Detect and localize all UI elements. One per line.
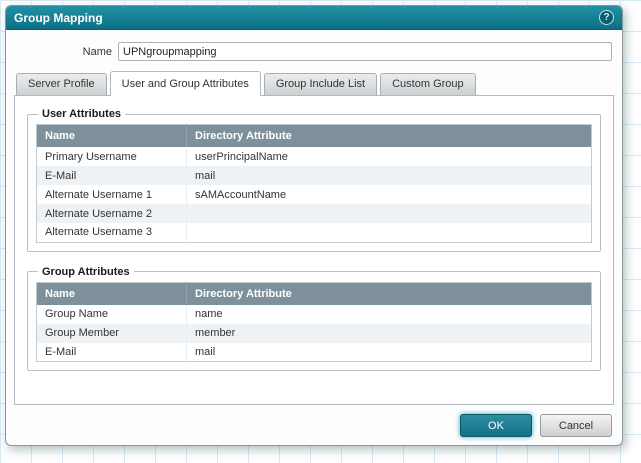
name-input[interactable] (118, 42, 612, 61)
table-row: E-Mail mail (37, 166, 592, 185)
user-attributes-section: User Attributes Name Directory Attribute… (27, 108, 601, 252)
tab-custom-group[interactable]: Custom Group (380, 73, 476, 95)
tab-group-include-list[interactable]: Group Include List (264, 73, 377, 95)
directory-attribute-cell[interactable]: mail (187, 166, 592, 185)
group-attributes-table: Name Directory Attribute Group Name name… (36, 282, 592, 363)
dialog-body: Name Server Profile User and Group Attri… (6, 30, 622, 445)
help-icon[interactable]: ? (599, 10, 614, 25)
table-row: Alternate Username 1 sAMAccountName (37, 185, 592, 204)
table-header-row: Name Directory Attribute (37, 125, 592, 148)
attribute-name-cell: Group Name (37, 305, 187, 324)
attribute-name-cell: E-Mail (37, 343, 187, 362)
attribute-name-cell: Alternate Username 1 (37, 185, 187, 204)
directory-attribute-cell[interactable]: name (187, 305, 592, 324)
table-row: Group Member member (37, 324, 592, 343)
attribute-name-cell: Alternate Username 3 (37, 223, 187, 242)
attribute-name-cell: Primary Username (37, 147, 187, 166)
directory-attribute-cell[interactable]: member (187, 324, 592, 343)
ok-button[interactable]: OK (460, 414, 532, 437)
table-row: Alternate Username 2 (37, 204, 592, 223)
table-header-row: Name Directory Attribute (37, 282, 592, 305)
dialog-titlebar[interactable]: Group Mapping ? (6, 6, 622, 30)
group-attributes-legend: Group Attributes (38, 266, 134, 278)
column-header-name: Name (37, 282, 187, 305)
table-row: Alternate Username 3 (37, 223, 592, 242)
directory-attribute-cell[interactable]: sAMAccountName (187, 185, 592, 204)
tab-bar: Server Profile User and Group Attributes… (14, 71, 614, 96)
user-attributes-legend: User Attributes (38, 108, 125, 120)
dialog-footer: OK Cancel (14, 405, 614, 437)
attribute-name-cell: Group Member (37, 324, 187, 343)
user-and-group-attributes-panel: User Attributes Name Directory Attribute… (14, 95, 614, 405)
directory-attribute-cell[interactable]: userPrincipalName (187, 147, 592, 166)
directory-attribute-cell[interactable]: mail (187, 343, 592, 362)
column-header-name: Name (37, 125, 187, 148)
attribute-name-cell: Alternate Username 2 (37, 204, 187, 223)
tab-server-profile[interactable]: Server Profile (16, 73, 107, 95)
column-header-directory-attribute: Directory Attribute (187, 125, 592, 148)
directory-attribute-cell[interactable] (187, 204, 592, 223)
table-row: E-Mail mail (37, 343, 592, 362)
table-row: Primary Username userPrincipalName (37, 147, 592, 166)
table-row: Group Name name (37, 305, 592, 324)
name-field-row: Name (16, 42, 612, 61)
user-attributes-table: Name Directory Attribute Primary Usernam… (36, 124, 592, 243)
tab-user-and-group-attributes[interactable]: User and Group Attributes (110, 71, 261, 96)
directory-attribute-cell[interactable] (187, 223, 592, 242)
dialog-title: Group Mapping (14, 11, 599, 25)
column-header-directory-attribute: Directory Attribute (187, 282, 592, 305)
attribute-name-cell: E-Mail (37, 166, 187, 185)
group-attributes-section: Group Attributes Name Directory Attribut… (27, 266, 601, 372)
name-label: Name (16, 46, 118, 58)
cancel-button[interactable]: Cancel (540, 414, 612, 437)
group-mapping-dialog: Group Mapping ? Name Server Profile User… (5, 5, 623, 446)
